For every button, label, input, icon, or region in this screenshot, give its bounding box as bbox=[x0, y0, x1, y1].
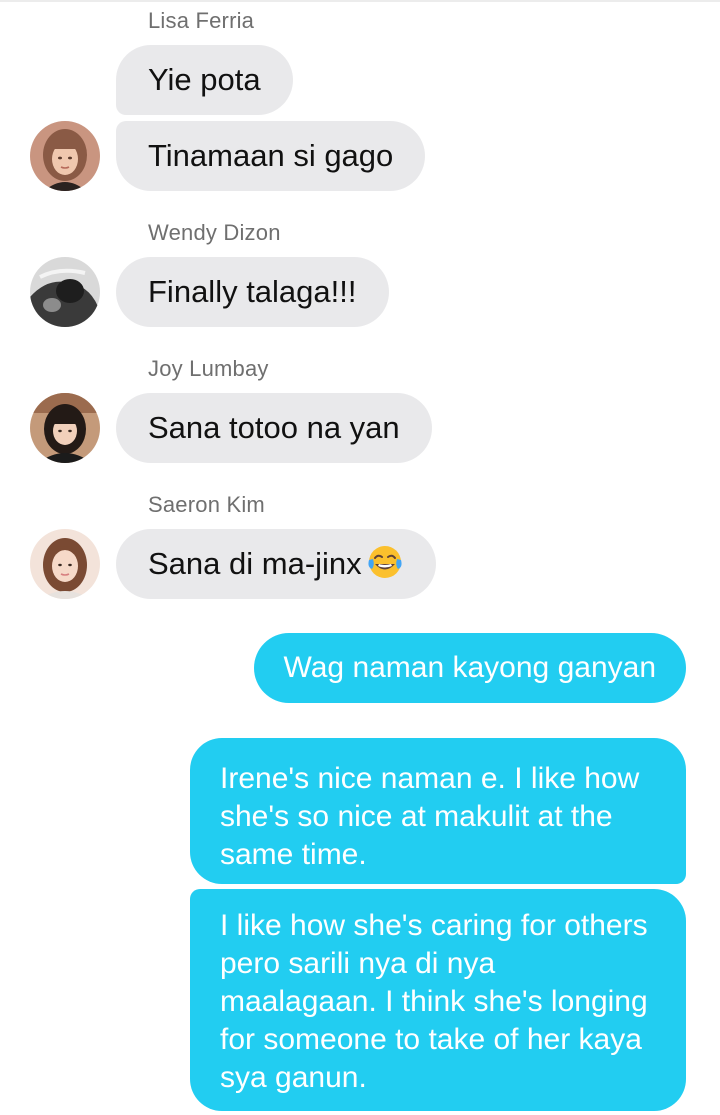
avatar-joy[interactable] bbox=[30, 393, 100, 463]
message-bubble-incoming[interactable]: Sana di ma-jinx bbox=[116, 529, 436, 599]
message-bubble-incoming[interactable]: Finally talaga!!! bbox=[116, 257, 389, 327]
avatar-saeron[interactable] bbox=[30, 529, 100, 599]
top-divider bbox=[0, 0, 720, 2]
face-with-tears-of-joy-icon bbox=[366, 536, 404, 578]
sender-name-lisa: Lisa Ferria bbox=[148, 8, 255, 33]
message-bubble-outgoing[interactable]: I like how she's caring for others pero … bbox=[190, 889, 686, 1111]
sender-name-saeron: Saeron Kim bbox=[148, 492, 265, 517]
message-text: Sana di ma-jinx bbox=[148, 546, 362, 581]
message-bubble-incoming[interactable]: Tinamaan si gago bbox=[116, 121, 426, 191]
message-bubble-incoming[interactable]: Sana totoo na yan bbox=[116, 393, 432, 463]
sender-name-joy: Joy Lumbay bbox=[148, 356, 269, 381]
avatar-wendy[interactable] bbox=[30, 257, 100, 327]
message-bubble-outgoing[interactable]: Wag naman kayong ganyan bbox=[253, 633, 686, 703]
sender-name-wendy: Wendy Dizon bbox=[148, 220, 281, 245]
message-bubble-outgoing[interactable]: Irene's nice naman e. I like how she's s… bbox=[190, 738, 686, 884]
message-bubble-incoming[interactable]: Yie pota bbox=[116, 45, 293, 115]
avatar-lisa[interactable] bbox=[30, 121, 100, 191]
